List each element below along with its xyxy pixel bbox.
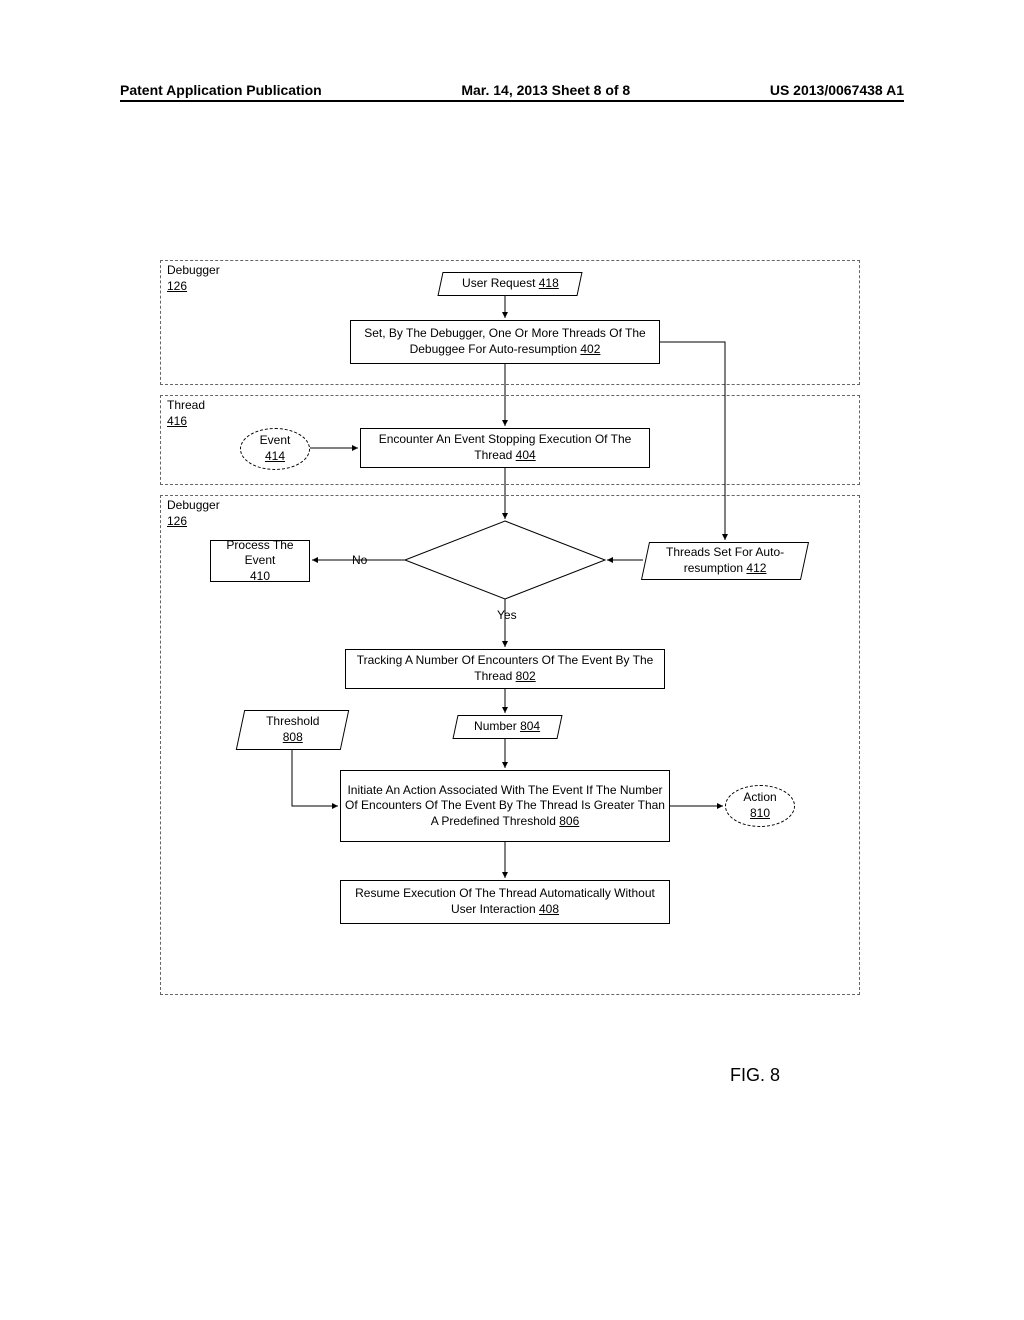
user-request-node: User Request 418 [437, 272, 582, 296]
header-center: Mar. 14, 2013 Sheet 8 of 8 [461, 82, 630, 98]
threshold-node: Threshold808 [236, 710, 350, 750]
number-node: Number 804 [452, 715, 562, 739]
decision-label: Thread Set For Auto-resumption? 406 [435, 540, 575, 587]
edge-yes: Yes [495, 608, 519, 622]
header-right: US 2013/0067438 A1 [770, 82, 904, 98]
action-node: Action 810 [725, 785, 795, 827]
edge-no: No [350, 553, 369, 567]
resume-node: Resume Execution Of The Thread Automatic… [340, 880, 670, 924]
debugger-2-label: Debugger 126 [167, 498, 220, 529]
thread-label: Thread 416 [167, 398, 205, 429]
debugger-1-label: Debugger 126 [167, 263, 220, 294]
header-divider [120, 100, 904, 102]
tracking-node: Tracking A Number Of Encounters Of The E… [345, 649, 665, 689]
figure-caption: FIG. 8 [730, 1065, 780, 1086]
header-left: Patent Application Publication [120, 82, 322, 98]
event-node: Event 414 [240, 428, 310, 470]
encounter-node: Encounter An Event Stopping Execution Of… [360, 428, 650, 468]
threads-set-node: Threads Set For Auto-resumption 412 [641, 542, 809, 580]
set-threads-node: Set, By The Debugger, One Or More Thread… [350, 320, 660, 364]
process-event-node: Process The Event Process The Event410 [210, 540, 310, 582]
initiate-node: Initiate An Action Associated With The E… [340, 770, 670, 842]
